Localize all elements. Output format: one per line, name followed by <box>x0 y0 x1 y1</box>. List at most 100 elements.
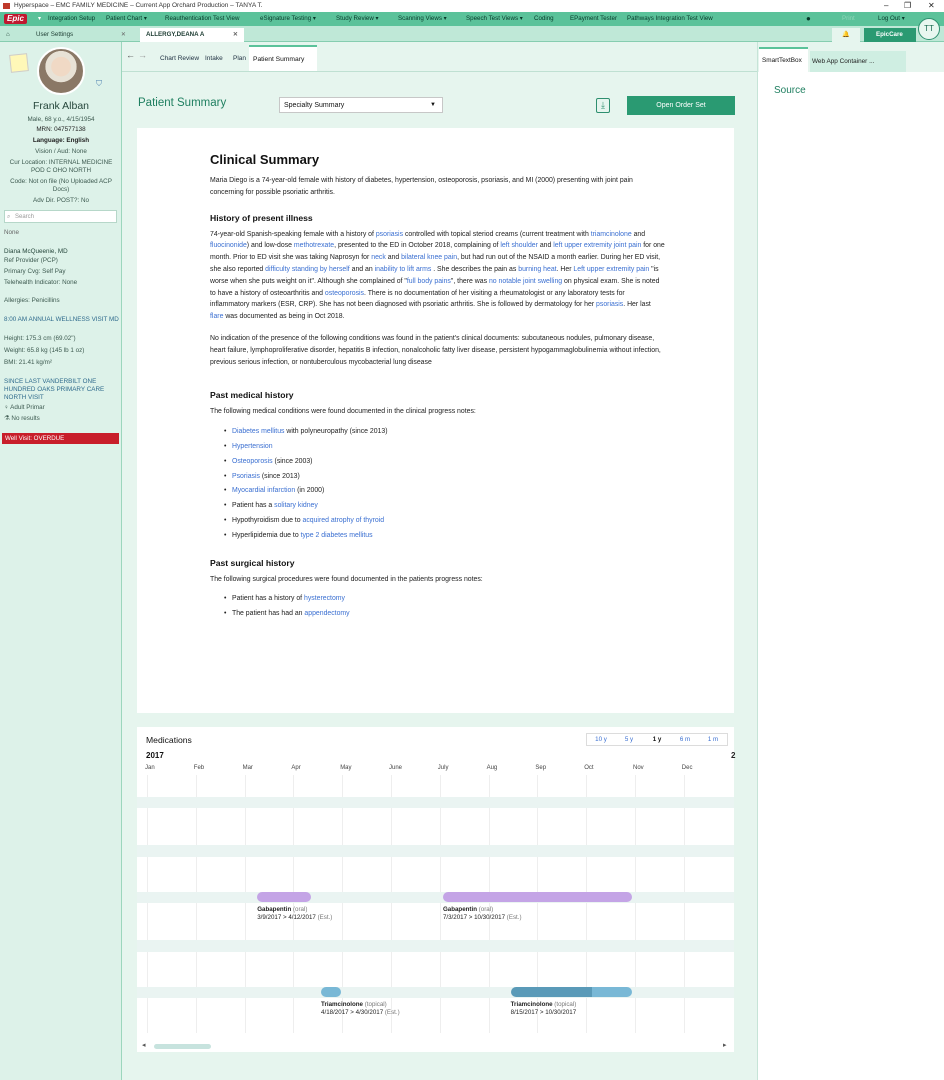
tab-intake[interactable]: Intake <box>205 55 223 62</box>
tab-user-settings[interactable]: User Settings ✕ <box>18 28 132 42</box>
timeline-scrollbar[interactable] <box>154 1044 211 1049</box>
patient-name[interactable]: Frank Alban <box>0 100 122 112</box>
specialty-select[interactable]: Specialty Summary ▼ <box>279 97 443 113</box>
epic-menu-caret-icon[interactable]: ▾ <box>38 12 41 26</box>
text-segment: Patient has a history of <box>232 595 305 603</box>
text-segment: , presented to the ED in October 2018, c… <box>334 242 501 250</box>
psh-item: The patient has had an appendectomy <box>224 608 665 620</box>
medication-name: Triamcinolone <box>510 1001 553 1008</box>
text-segment: controlled with topical steriod creams (… <box>403 230 591 238</box>
clinical-term-link[interactable]: solitary kidney <box>274 502 318 509</box>
download-button[interactable]: ⤓ <box>596 98 610 113</box>
close-icon[interactable]: ✕ <box>121 28 126 42</box>
clinical-term-link[interactable]: Myocardial infarction <box>232 487 295 494</box>
clinical-term-link[interactable]: bilateral knee pain <box>401 254 457 261</box>
storyboard-search-input[interactable]: ⌕ Search <box>4 210 117 223</box>
scroll-left-icon[interactable]: ◂ <box>142 1041 146 1049</box>
tab-patient-summary[interactable]: Patient Summary <box>249 45 317 71</box>
clinical-term-link[interactable]: appendectomy <box>304 610 349 617</box>
month-label: Oct <box>584 765 594 771</box>
clinical-term-link[interactable]: inability to lift arms <box>375 266 432 273</box>
medication-bar[interactable] <box>442 891 632 902</box>
patient-photo <box>37 47 85 95</box>
clinical-term-link[interactable]: full body pains <box>407 278 451 285</box>
text-segment: (in 2000) <box>295 487 325 495</box>
clinical-term-link[interactable]: triamcinolone <box>591 231 632 238</box>
user-avatar[interactable]: TT <box>918 18 940 40</box>
forward-arrow-icon[interactable]: → <box>138 50 147 60</box>
patient-code-status[interactable]: Code: Not on file (No Uploaded ACP Docs) <box>0 178 122 194</box>
clinical-term-link[interactable]: burning heat <box>518 266 556 273</box>
clinical-term-link[interactable]: osteoporosis <box>325 290 364 297</box>
menu-patient-chart[interactable]: Patient Chart ▾ <box>106 12 147 26</box>
clinical-term-link[interactable]: fluocinonide <box>210 242 247 249</box>
maximize-button[interactable]: ❐ <box>904 0 911 12</box>
menu-logout[interactable]: Log Out ▾ <box>878 12 905 26</box>
well-visit-overdue-badge[interactable]: Well Visit: OVERDUE <box>2 433 119 444</box>
open-order-set-button[interactable]: Open Order Set <box>627 96 735 115</box>
clinical-term-link[interactable]: hysterectomy <box>304 595 345 602</box>
clinical-term-link[interactable]: flare <box>210 313 223 320</box>
range-button[interactable]: 10 y <box>587 734 615 745</box>
menu-study-review[interactable]: Study Review ▾ <box>336 12 379 26</box>
clinical-term-link[interactable]: Diabetes mellitus <box>232 428 284 435</box>
vital-weight: Weight: 65.8 kg (145 lb 1 oz) <box>4 347 85 354</box>
tab-smarttextbox[interactable]: SmartTextBox <box>759 47 808 72</box>
menu-reauth-test-view[interactable]: Reauthentication Test View <box>165 12 239 26</box>
timeline-year: 2017 <box>146 751 164 760</box>
close-button[interactable]: ✕ <box>928 0 935 12</box>
range-button[interactable]: 6 m <box>671 734 699 745</box>
clinical-term-link[interactable]: psoriasis <box>376 231 403 238</box>
clinical-term-link[interactable]: Osteoporosis <box>232 458 273 465</box>
clinical-summary-intro: Maria Diego is a 74-year-old female with… <box>210 177 633 196</box>
bell-icon[interactable]: 🔔 <box>832 28 860 42</box>
range-button[interactable]: 5 y <box>615 734 643 745</box>
clinical-term-link[interactable]: Psoriasis <box>232 473 260 480</box>
search-placeholder: Search <box>15 214 35 220</box>
clinical-term-link[interactable]: left upper extremity joint pain <box>553 242 641 249</box>
tab-web-app-container[interactable]: Web App Container ... <box>810 51 906 72</box>
clinical-term-link[interactable]: acquired atrophy of thyroid <box>302 517 384 524</box>
close-icon[interactable]: ✕ <box>233 28 238 42</box>
pcp-name[interactable]: Diana McQueenie, MD <box>4 248 120 255</box>
menu-print[interactable]: Print <box>842 12 855 26</box>
menu-speech-test-views[interactable]: Speech Test Views ▾ <box>466 12 523 26</box>
tab-patient[interactable]: ALLERGY,DEANA A ✕ <box>140 28 244 42</box>
clinical-term-link[interactable]: Hypertension <box>232 443 273 450</box>
menu-integration-setup[interactable]: Integration Setup <box>48 12 95 26</box>
medication-bar[interactable] <box>321 986 341 997</box>
clinical-term-link[interactable]: Left upper extremity pain <box>573 266 649 273</box>
sticky-note-icon[interactable] <box>9 53 29 73</box>
scroll-right-icon[interactable]: ▸ <box>723 1041 727 1049</box>
menu-esignature-testing[interactable]: eSignature Testing ▾ <box>260 12 316 26</box>
allergies[interactable]: Allergies: Penicillins <box>4 297 120 304</box>
range-button[interactable]: 1 m <box>699 734 727 745</box>
clinical-term-link[interactable]: neck <box>371 254 386 261</box>
range-button[interactable]: 1 y <box>643 734 671 745</box>
clinical-term-link[interactable]: left shoulder <box>500 242 538 249</box>
medication-bar[interactable] <box>257 891 312 902</box>
back-arrow-icon[interactable]: ← <box>126 50 135 60</box>
tab-plan[interactable]: Plan <box>233 55 246 62</box>
menu-scanning-views[interactable]: Scanning Views ▾ <box>398 12 447 26</box>
clinical-term-link[interactable]: psoriasis <box>596 301 623 308</box>
no-results-row: ⚗ No results <box>4 415 120 422</box>
since-last-visit[interactable]: SINCE LAST VANDERBILT ONE HUNDRED OAKS P… <box>4 378 120 402</box>
menu-coding[interactable]: Coding <box>534 12 554 26</box>
clinical-term-link[interactable]: no notable joint swelling <box>489 278 562 285</box>
clinical-term-link[interactable]: type 2 diabetes mellitus <box>301 532 373 539</box>
home-icon[interactable]: ⌂ <box>2 28 18 42</box>
clinical-term-link[interactable]: methotrexate <box>294 242 334 249</box>
epic-menu-button[interactable]: Epic <box>4 14 27 24</box>
upcoming-visit[interactable]: 8:00 AM ANNUAL WELLNESS VISIT MD <box>4 316 120 324</box>
tab-chart-review[interactable]: Chart Review <box>160 55 199 62</box>
medication-bar[interactable] <box>510 986 632 997</box>
more-tabs-icon[interactable]: ... <box>869 58 874 65</box>
menu-epayment-tester[interactable]: EPayment Tester <box>570 12 617 26</box>
text-segment: and <box>537 242 554 250</box>
clinical-term-link[interactable]: difficulty standing by herself <box>265 266 350 273</box>
storyboard-none: None <box>4 229 20 236</box>
minimize-button[interactable]: – <box>884 0 888 12</box>
menu-pathways-integration[interactable]: Pathways Integration Test View <box>627 12 713 26</box>
hpi-paragraph: 74-year-old Spanish-speaking female with… <box>210 229 665 323</box>
